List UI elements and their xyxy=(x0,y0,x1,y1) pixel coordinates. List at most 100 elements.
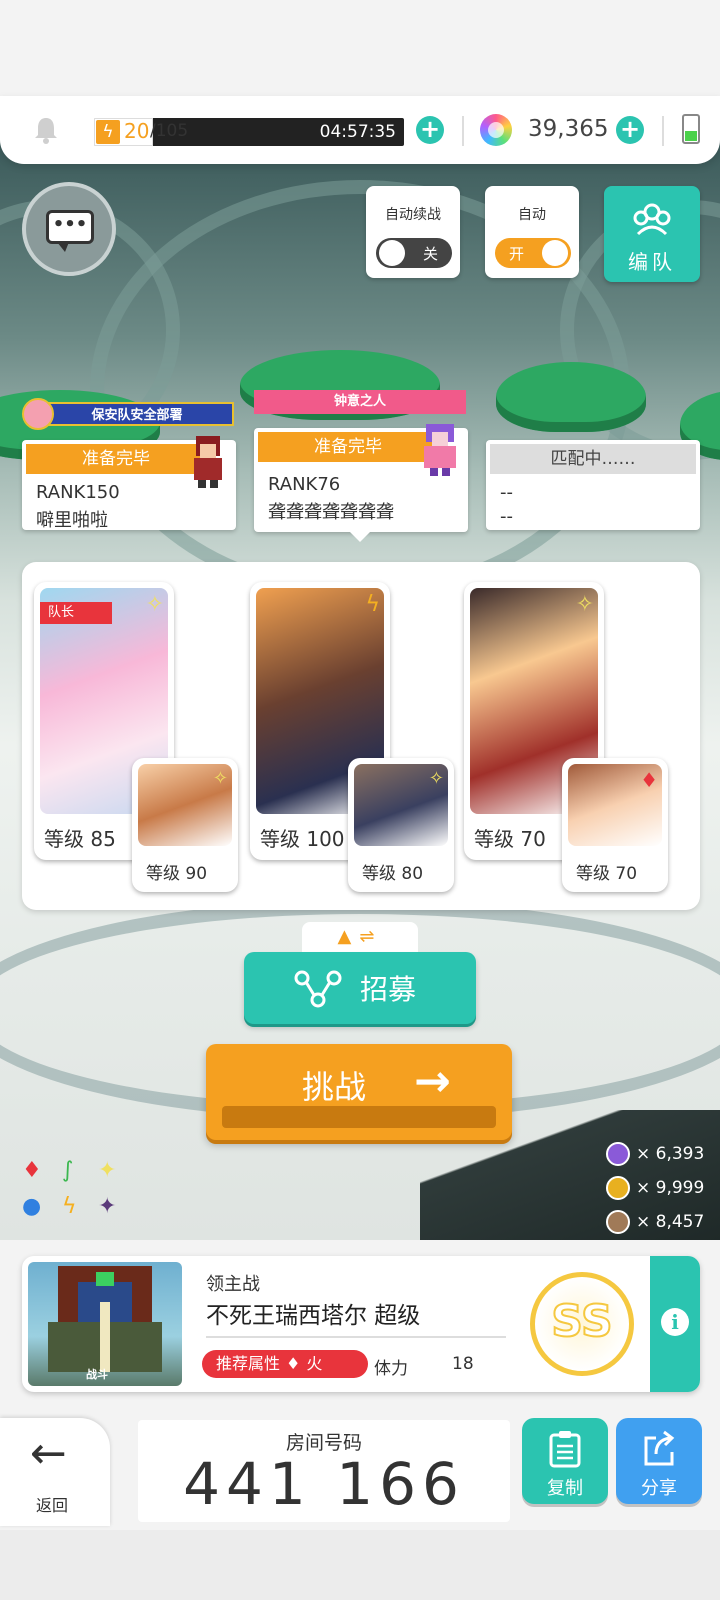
notification-swap-icons[interactable]: ▲⇌ xyxy=(302,922,418,952)
auto-continue-switch[interactable]: 关 xyxy=(376,238,452,268)
player-2-sprite xyxy=(418,424,462,476)
add-gems-button[interactable]: + xyxy=(616,116,644,144)
currency-1-value: × 6,393 xyxy=(636,1144,705,1164)
battery-icon xyxy=(682,114,700,144)
character-card-4[interactable]: ✧ 等级 80 xyxy=(348,758,454,892)
currency-3: × 8,457 xyxy=(606,1210,704,1234)
boss-stamina-label: 体力 xyxy=(374,1359,408,1379)
stamina-max: /105 xyxy=(150,121,189,141)
copy-button[interactable]: 复制 xyxy=(522,1418,608,1504)
player-1-rank: RANK150 xyxy=(36,482,120,503)
top-status-bar: ϟ 20 /105 04:57:35 + 39,365 + xyxy=(0,96,720,164)
boss-name: 不死王瑞西塔尔 超级 xyxy=(206,1303,421,1329)
light-element-icon: ✧ xyxy=(212,768,228,789)
team-button[interactable]: 编队 xyxy=(604,186,700,282)
player-3-status: 匹配中…… xyxy=(490,444,696,474)
boss-portrait: 战斗 xyxy=(28,1262,182,1386)
boss-type: 领主战 xyxy=(206,1274,260,1295)
auto-label: 自动 xyxy=(518,207,546,223)
character-level: 等级 70 xyxy=(576,864,638,884)
player-card-1[interactable]: 准备完毕 RANK150 噼里啪啦 xyxy=(22,436,236,531)
footer-area xyxy=(0,1530,720,1600)
player-1-name: 噼里啪啦 xyxy=(36,510,108,531)
fire-element-icon: ♦ xyxy=(640,768,658,792)
auto-continue-toggle[interactable]: 自动续战 关 xyxy=(366,186,460,278)
player-card-3[interactable]: 匹配中…… -- -- xyxy=(486,440,700,530)
recommend-element-badge: 推荐属性 ♦ 火 xyxy=(202,1350,368,1378)
share-network-icon xyxy=(294,970,342,1008)
wind-element-icon: ∫ xyxy=(62,1158,74,1183)
purple-coin-icon xyxy=(606,1142,630,1166)
battery-level xyxy=(685,131,697,141)
party-panel: 队长 ✧ 等级 85 ✧ 等级 90 ϟ 等级 100 ✧ 等级 80 ✧ 等级… xyxy=(22,562,700,910)
auto-continue-state: 关 xyxy=(422,245,438,263)
arrow-left-icon: ← xyxy=(30,1428,67,1479)
currency-2: × 9,999 xyxy=(606,1176,704,1200)
player-1-status: 准备完毕 xyxy=(26,444,206,474)
info-icon: i xyxy=(661,1308,689,1336)
thunder-element-icon: ϟ xyxy=(365,592,380,617)
character-card-6[interactable]: ♦ 等级 70 xyxy=(562,758,668,892)
recommend-label: 推荐属性 xyxy=(216,1354,281,1373)
gold-coin-icon xyxy=(606,1176,630,1200)
dark-element-icon: ✦ xyxy=(98,1194,117,1219)
character-level: 等级 70 xyxy=(474,827,546,851)
light-element-icon: ✧ xyxy=(145,592,164,617)
lightning-icon: ϟ xyxy=(96,120,120,144)
recruit-button[interactable]: 招募 xyxy=(244,952,476,1024)
challenge-bar xyxy=(222,1106,496,1128)
boss-panel[interactable]: 战斗 领主战 不死王瑞西塔尔 超级 推荐属性 ♦ 火 体力 18 SS i xyxy=(22,1256,700,1392)
bell-icon[interactable] xyxy=(30,114,62,146)
character-card-2[interactable]: ✧ 等级 90 xyxy=(132,758,238,892)
player-2-name: 聋聋聋聋聋聋聋 xyxy=(268,502,394,523)
character-level: 等级 85 xyxy=(44,827,116,851)
switch-knob xyxy=(542,240,568,266)
currency-1: × 6,393 xyxy=(606,1142,704,1166)
chat-bubble-icon: ••• xyxy=(46,210,94,252)
recommend-element: 火 xyxy=(306,1354,323,1373)
chat-button[interactable]: ••• xyxy=(22,182,116,276)
player-avatar[interactable] xyxy=(22,398,54,430)
share-icon xyxy=(644,1430,675,1466)
back-label: 返回 xyxy=(36,1496,69,1515)
player-card-2[interactable]: 准备完毕 RANK76 聋聋聋聋聋聋聋 xyxy=(254,424,468,542)
divider xyxy=(662,116,664,146)
switch-knob xyxy=(379,240,405,266)
add-stamina-button[interactable]: + xyxy=(416,116,444,144)
boss-stamina-value: 18 xyxy=(452,1354,474,1374)
currency-3-value: × 8,457 xyxy=(636,1212,705,1232)
auto-continue-label: 自动续战 xyxy=(385,207,441,223)
light-element-icon: ✦ xyxy=(98,1158,117,1183)
share-label: 分享 xyxy=(641,1478,677,1499)
divider xyxy=(206,1336,506,1338)
element-chart[interactable]: ♦ ∫ ✦ ● ϟ ✦ xyxy=(20,1158,130,1228)
boss-info-button[interactable]: i xyxy=(650,1256,700,1392)
bronze-coin-icon xyxy=(606,1210,630,1234)
player-3-rank: -- xyxy=(500,482,513,503)
team-icon xyxy=(633,203,671,236)
challenge-button[interactable]: 挑战 → xyxy=(206,1044,512,1140)
fire-element-icon: ♦ xyxy=(22,1158,42,1183)
character-level: 等级 80 xyxy=(362,864,424,884)
boss-portrait-tag: 战斗 xyxy=(86,1368,108,1381)
character-level: 等级 100 xyxy=(260,827,345,851)
room-number: 441 166 xyxy=(183,1450,465,1518)
player-1-sprite xyxy=(186,436,230,488)
copy-label: 复制 xyxy=(547,1478,583,1499)
player-3-name: -- xyxy=(500,506,513,527)
captain-badge: 队长 xyxy=(40,602,112,624)
grade-badge: SS xyxy=(530,1272,634,1376)
player-1-title: 保安队安全部署 xyxy=(40,402,234,426)
room-number-box: 房间号码 441 166 xyxy=(138,1420,510,1522)
share-button[interactable]: 分享 xyxy=(616,1418,702,1504)
player-2-title: 钟意之人 xyxy=(254,390,466,414)
fire-element-icon: ♦ xyxy=(286,1354,301,1373)
gem-icon xyxy=(480,114,512,146)
character-level: 等级 90 xyxy=(146,864,208,884)
recruit-label: 招募 xyxy=(360,973,417,1006)
auto-toggle[interactable]: 自动 开 xyxy=(485,186,579,278)
auto-switch[interactable]: 开 xyxy=(495,238,571,268)
team-label: 编队 xyxy=(628,250,676,274)
player-2-status: 准备完毕 xyxy=(258,432,438,462)
back-button[interactable]: ← 返回 xyxy=(0,1418,110,1526)
